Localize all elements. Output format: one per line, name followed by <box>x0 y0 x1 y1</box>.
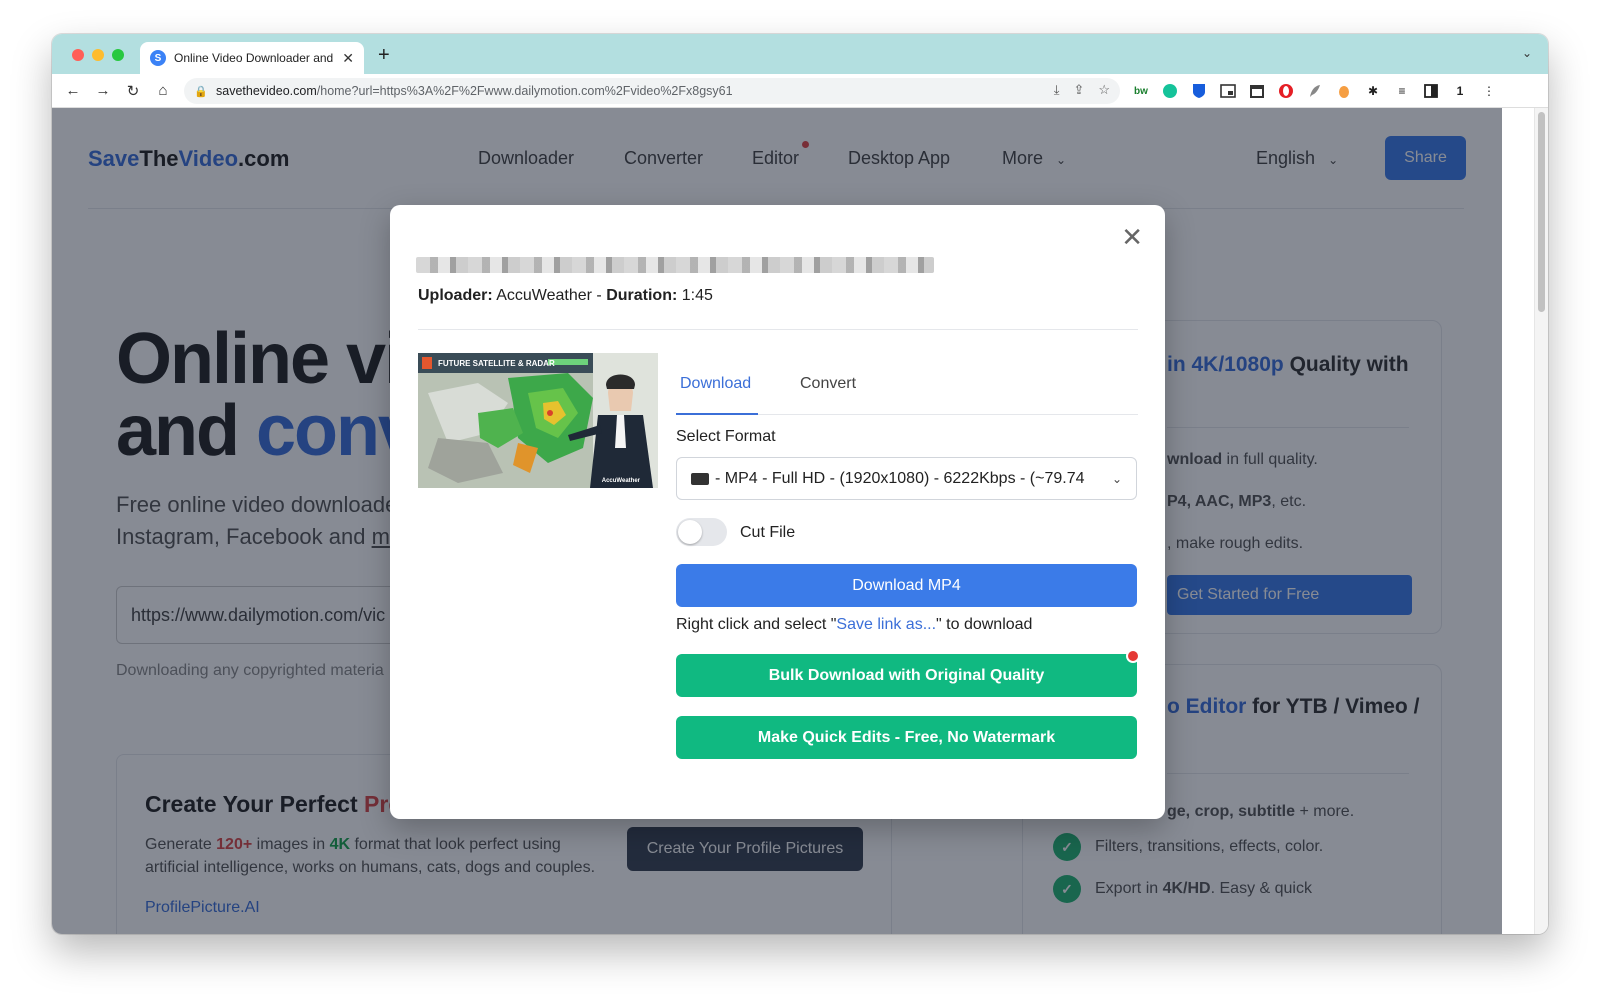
zoom-window-button[interactable] <box>112 49 124 61</box>
tab-convert[interactable]: Convert <box>800 375 856 393</box>
modal-tabs: Download Convert <box>676 355 1138 415</box>
toggle-knob <box>678 520 702 544</box>
profile-icon[interactable]: 1 <box>1451 81 1469 101</box>
browser-window: S Online Video Downloader and Converter … <box>52 34 1548 934</box>
cut-file-toggle[interactable] <box>676 518 727 546</box>
video-meta: Uploader: AccuWeather - Duration: 1:45 <box>418 287 713 305</box>
side-panel-icon[interactable] <box>1422 81 1440 101</box>
browser-toolbar: ← → ↻ ⌂ 🔒 savethevideo.com /home?url=htt… <box>52 74 1548 108</box>
extensions-bar: bw ✱ ≡ 1 ⋮ <box>1132 81 1498 101</box>
bookmark-star-icon[interactable]: ☆ <box>1098 82 1110 98</box>
url-host: savethevideo.com <box>216 84 317 98</box>
chevron-down-icon: ⌄ <box>1111 471 1122 486</box>
active-tab-indicator <box>676 413 758 415</box>
cut-file-label: Cut File <box>740 524 796 541</box>
new-tab-button[interactable]: + <box>378 44 390 67</box>
address-bar-actions: ⤓ ⇪ ☆ <box>1054 82 1110 98</box>
window-controls <box>72 49 124 61</box>
hint-text-a: Right click and select " <box>676 616 837 633</box>
meta-separator: - <box>591 287 607 304</box>
share-page-icon[interactable]: ⇪ <box>1073 82 1084 98</box>
duration-value: 1:45 <box>681 287 713 304</box>
format-selected-value: - MP4 - Full HD - (1920x1080) - 6222Kbps… <box>715 469 1085 487</box>
extension-bw-icon[interactable]: bw <box>1132 81 1150 101</box>
modal-divider <box>418 329 1138 330</box>
scrollbar-thumb[interactable] <box>1538 112 1545 312</box>
home-icon[interactable]: ⌂ <box>148 82 178 99</box>
extensions-puzzle-icon[interactable]: ✱ <box>1364 81 1382 101</box>
address-bar[interactable]: 🔒 savethevideo.com /home?url=https%3A%2F… <box>184 78 1120 104</box>
forward-icon[interactable]: → <box>88 82 118 99</box>
url-path: /home?url=https%3A%2F%2Fwww.dailymotion.… <box>316 84 733 98</box>
feather-extension-icon[interactable] <box>1306 81 1324 101</box>
bulk-download-button[interactable]: Bulk Download with Original Quality <box>676 654 1137 697</box>
uploader-value: AccuWeather <box>496 287 592 304</box>
minimize-window-button[interactable] <box>92 49 104 61</box>
save-link-as-link[interactable]: Save link as... <box>836 616 936 633</box>
back-icon[interactable]: ← <box>58 82 88 99</box>
hint-text-b: " to download <box>936 616 1033 633</box>
tab-strip: S Online Video Downloader and Converter … <box>52 34 1548 74</box>
thumbnail-brand: AccuWeather <box>601 478 640 484</box>
reload-icon[interactable]: ↻ <box>118 82 148 100</box>
picture-in-picture-icon[interactable] <box>1219 81 1237 101</box>
site-favicon-icon: S <box>150 50 166 66</box>
bitwarden-icon[interactable] <box>1190 81 1208 101</box>
select-format-label: Select Format <box>676 428 776 445</box>
honey-extension-icon[interactable] <box>1335 81 1353 101</box>
grammarly-icon[interactable] <box>1161 81 1179 101</box>
tab-search-icon[interactable]: ⌄ <box>1522 46 1532 60</box>
uploader-label: Uploader: <box>418 287 493 304</box>
browser-tab[interactable]: S Online Video Downloader and Converter … <box>140 42 364 74</box>
page-scrollbar[interactable] <box>1534 108 1548 934</box>
thumbnail-banner: FUTURE SATELLITE & RADAR <box>438 359 555 368</box>
browser-menu-icon[interactable]: ⋮ <box>1480 81 1498 101</box>
download-modal: ✕ Uploader: AccuWeather - Duration: 1:45 <box>390 205 1165 819</box>
download-mp4-button[interactable]: Download MP4 <box>676 564 1137 607</box>
tab-title: Online Video Downloader and Converter <box>174 51 334 65</box>
lock-icon: 🔒 <box>194 85 208 98</box>
install-icon[interactable]: ⤓ <box>1054 82 1060 98</box>
format-select[interactable]: - MP4 - Full HD - (1920x1080) - 6222Kbps… <box>676 457 1137 500</box>
opera-icon[interactable] <box>1277 81 1295 101</box>
tab-close-icon[interactable]: ✕ <box>342 50 354 67</box>
video-title-blurred <box>416 257 934 273</box>
notification-dot <box>1126 649 1140 663</box>
duration-label: Duration: <box>606 287 678 304</box>
reading-list-icon[interactable]: ≡ <box>1393 81 1411 101</box>
tab-download[interactable]: Download <box>680 375 751 393</box>
quick-edits-button[interactable]: Make Quick Edits - Free, No Watermark <box>676 716 1137 759</box>
close-window-button[interactable] <box>72 49 84 61</box>
video-thumbnail: FUTURE SATELLITE & RADAR AccuWeather <box>418 353 658 488</box>
video-file-icon <box>691 472 709 485</box>
calendar-extension-icon[interactable] <box>1248 81 1266 101</box>
close-icon[interactable]: ✕ <box>1121 224 1143 250</box>
save-link-hint: Right click and select "Save link as..."… <box>676 616 1032 634</box>
